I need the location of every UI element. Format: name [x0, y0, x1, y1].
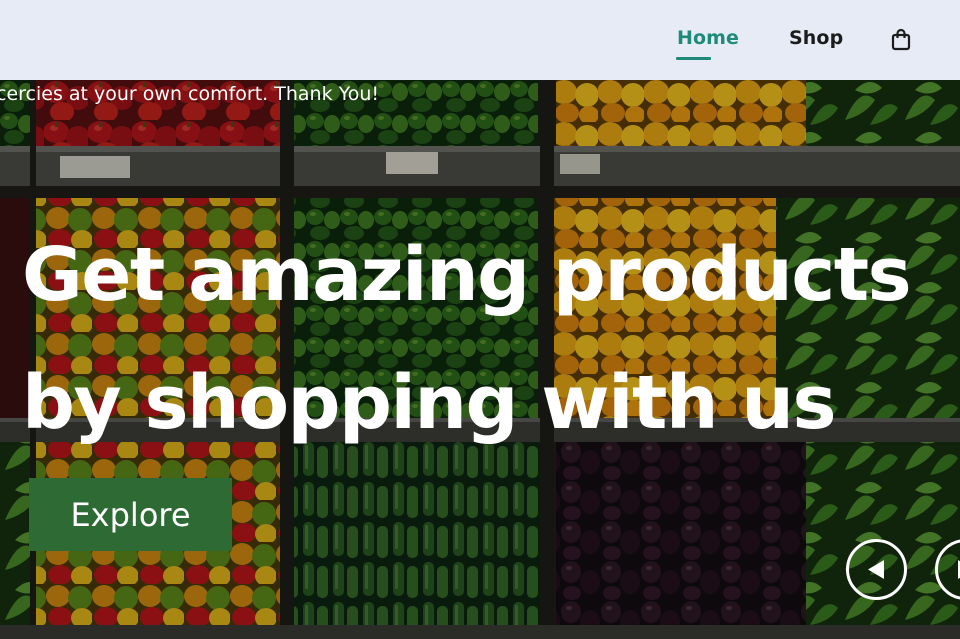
announcement-marquee: cercies at your own comfort. Thank You!	[0, 83, 379, 105]
navbar: Home Shop	[0, 0, 960, 80]
chevron-left-icon	[868, 560, 884, 579]
cart-button[interactable]	[890, 28, 912, 52]
hero-banner: cercies at your own comfort. Thank You! …	[0, 80, 960, 639]
explore-button[interactable]: Explore	[29, 478, 232, 551]
hero-headline: Get amazing products by shopping with us	[22, 211, 957, 467]
chevron-right-icon	[958, 560, 960, 579]
hero-headline-line-2: by shopping with us	[22, 360, 837, 446]
carousel-next-button[interactable]	[935, 539, 960, 600]
nav-link-home[interactable]: Home	[677, 27, 739, 49]
hero-headline-line-1: Get amazing products	[22, 232, 912, 318]
carousel-prev-button[interactable]	[846, 539, 907, 600]
active-nav-underline	[676, 57, 711, 60]
shopping-bag-icon	[891, 28, 911, 51]
nav-link-shop[interactable]: Shop	[789, 27, 843, 49]
